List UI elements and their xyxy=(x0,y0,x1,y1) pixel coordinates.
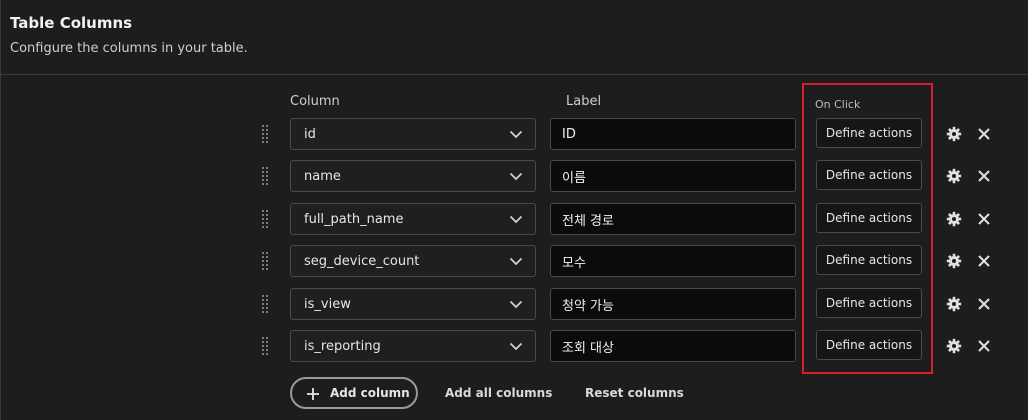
table-column-row: name Define actions xyxy=(0,160,1028,192)
plus-icon xyxy=(307,388,319,400)
column-header: Column xyxy=(290,94,340,109)
gear-icon[interactable] xyxy=(946,338,962,354)
table-column-row: is_reporting Define actions xyxy=(0,330,1028,362)
define-actions-button[interactable]: Define actions xyxy=(816,288,922,318)
close-icon[interactable] xyxy=(977,169,991,183)
header-divider xyxy=(0,74,1028,75)
label-header: Label xyxy=(566,94,602,109)
close-icon[interactable] xyxy=(977,339,991,353)
table-column-row: is_view Define actions xyxy=(0,288,1028,320)
chevron-down-icon xyxy=(509,130,523,139)
close-icon[interactable] xyxy=(977,127,991,141)
chevron-down-icon xyxy=(509,172,523,181)
gear-icon[interactable] xyxy=(946,211,962,227)
gear-icon[interactable] xyxy=(946,296,962,312)
column-select[interactable]: name xyxy=(290,160,536,192)
add-column-button[interactable]: Add column xyxy=(290,377,418,409)
define-actions-button[interactable]: Define actions xyxy=(816,160,922,190)
define-actions-button[interactable]: Define actions xyxy=(816,203,922,233)
gear-icon[interactable] xyxy=(946,126,962,142)
column-select-value: name xyxy=(304,169,341,184)
label-input[interactable] xyxy=(550,203,796,235)
drag-handle-icon[interactable] xyxy=(262,167,270,185)
page-title: Table Columns xyxy=(10,14,133,32)
close-icon[interactable] xyxy=(977,212,991,226)
column-select-value: is_reporting xyxy=(304,339,381,354)
drag-handle-icon[interactable] xyxy=(262,125,270,143)
close-icon[interactable] xyxy=(977,254,991,268)
gear-icon[interactable] xyxy=(946,253,962,269)
label-input[interactable] xyxy=(550,118,796,150)
drag-handle-icon[interactable] xyxy=(262,295,270,313)
column-select-value: full_path_name xyxy=(304,212,404,227)
column-select-value: is_view xyxy=(304,297,351,312)
chevron-down-icon xyxy=(509,300,523,309)
column-select[interactable]: is_reporting xyxy=(290,330,536,362)
chevron-down-icon xyxy=(509,257,523,266)
table-column-row: seg_device_count Define actions xyxy=(0,245,1028,277)
column-select-value: seg_device_count xyxy=(304,254,420,269)
label-input[interactable] xyxy=(550,330,796,362)
gear-icon[interactable] xyxy=(946,168,962,184)
define-actions-button[interactable]: Define actions xyxy=(816,330,922,360)
column-select[interactable]: is_view xyxy=(290,288,536,320)
define-actions-button[interactable]: Define actions xyxy=(816,118,922,148)
table-column-row: full_path_name Define actions xyxy=(0,203,1028,235)
column-select[interactable]: id xyxy=(290,118,536,150)
drag-handle-icon[interactable] xyxy=(262,252,270,270)
drag-handle-icon[interactable] xyxy=(262,210,270,228)
column-select-value: id xyxy=(304,127,316,142)
add-column-label: Add column xyxy=(330,386,410,400)
label-input[interactable] xyxy=(550,160,796,192)
page-subtitle: Configure the columns in your table. xyxy=(10,41,248,56)
column-select[interactable]: full_path_name xyxy=(290,203,536,235)
panel-header: Table Columns Configure the columns in y… xyxy=(10,14,248,56)
column-select[interactable]: seg_device_count xyxy=(290,245,536,277)
define-actions-button[interactable]: Define actions xyxy=(816,245,922,275)
reset-columns-button[interactable]: Reset columns xyxy=(585,386,684,400)
label-input[interactable] xyxy=(550,288,796,320)
label-input[interactable] xyxy=(550,245,796,277)
chevron-down-icon xyxy=(509,215,523,224)
add-all-columns-button[interactable]: Add all columns xyxy=(445,386,552,400)
drag-handle-icon[interactable] xyxy=(262,337,270,355)
table-column-row: id Define actions xyxy=(0,118,1028,150)
chevron-down-icon xyxy=(509,342,523,351)
close-icon[interactable] xyxy=(977,297,991,311)
